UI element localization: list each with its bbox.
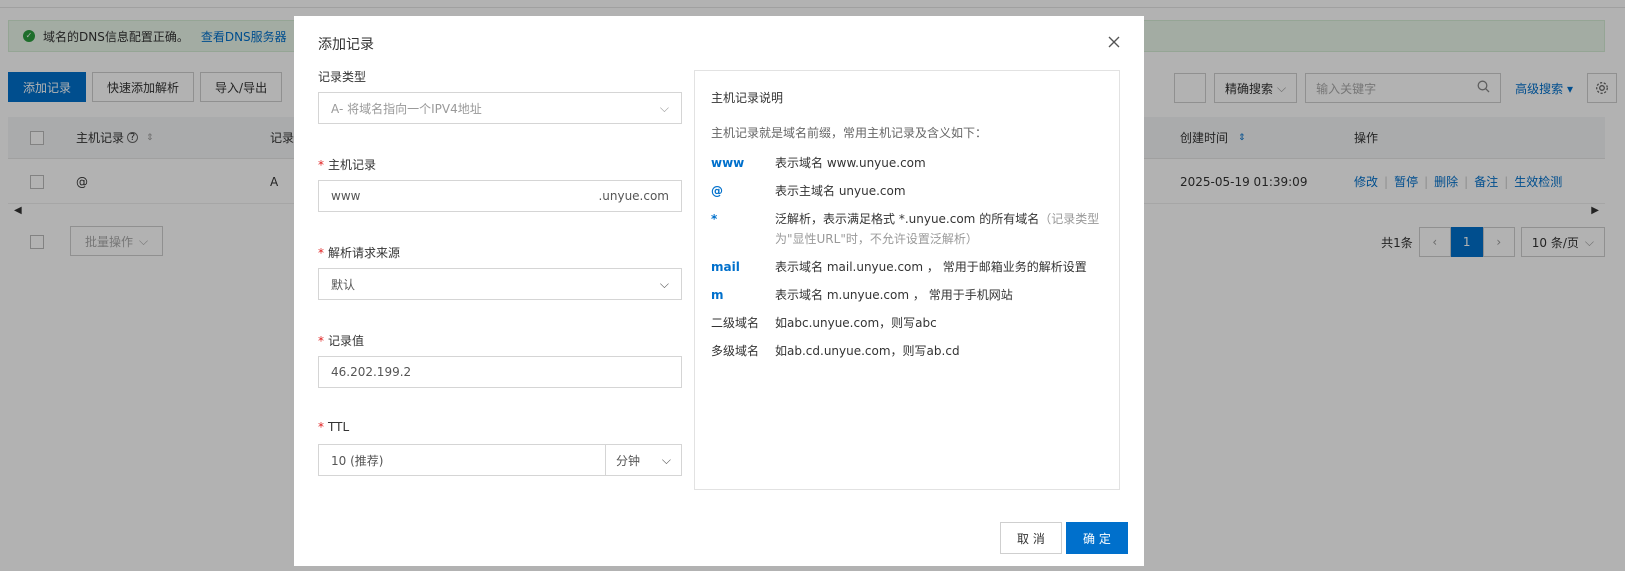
help-key: www bbox=[711, 156, 745, 170]
help-row: 二级域名 如abc.unyue.com，则写abc bbox=[711, 313, 1103, 333]
help-row: www 表示域名 www.unyue.com bbox=[711, 153, 1103, 173]
required-mark: * bbox=[318, 246, 324, 260]
ttl-label: * TTL bbox=[318, 420, 350, 434]
record-value-label: * 记录值 bbox=[318, 334, 365, 348]
help-key: m bbox=[711, 288, 724, 302]
required-mark: * bbox=[318, 334, 324, 348]
request-source-label: * 解析请求来源 bbox=[318, 246, 401, 260]
host-record-input[interactable]: www .unyue.com bbox=[318, 180, 682, 212]
request-source-value: 默认 bbox=[331, 277, 356, 292]
record-type-select[interactable]: A- 将域名指向一个IPV4地址 ⌵ bbox=[318, 92, 682, 124]
record-type-label: 记录类型 bbox=[318, 70, 367, 84]
chevron-down-icon: ⌵ bbox=[659, 100, 669, 115]
help-desc: 泛解析，表示满足格式 *.unyue.com 的所有域名（记录类型为"显性URL… bbox=[775, 209, 1103, 249]
help-desc: 表示域名 mail.unyue.com ， 常用于邮箱业务的解析设置 bbox=[775, 260, 1087, 274]
add-record-dialog: 添加记录 记录类型 A- 将域名指向一个IPV4地址 ⌵ * 主机记录 www .… bbox=[294, 16, 1144, 566]
ttl-unit-value: 分钟 bbox=[616, 453, 641, 468]
help-desc: 如abc.unyue.com，则写abc bbox=[775, 316, 937, 330]
host-record-label: * 主机记录 bbox=[318, 158, 377, 172]
help-desc: 如ab.cd.unyue.com，则写ab.cd bbox=[775, 344, 960, 358]
cancel-button[interactable]: 取 消 bbox=[1000, 522, 1062, 554]
chevron-down-icon: ⌵ bbox=[661, 452, 671, 467]
dialog-title: 添加记录 bbox=[318, 37, 374, 53]
confirm-button[interactable]: 确 定 bbox=[1066, 522, 1128, 554]
request-source-select[interactable]: 默认 ⌵ bbox=[318, 268, 682, 300]
help-key: 二级域名 bbox=[711, 316, 760, 330]
help-row: @ 表示主域名 unyue.com bbox=[711, 181, 1103, 201]
help-key: * bbox=[711, 212, 718, 226]
host-record-help-panel: 主机记录说明 主机记录就是域名前缀，常用主机记录及含义如下： www 表示域名 w… bbox=[694, 70, 1120, 490]
ttl-unit-select[interactable]: 分钟 ⌵ bbox=[606, 444, 682, 476]
host-record-value: www bbox=[331, 189, 361, 203]
host-domain-suffix: .unyue.com bbox=[598, 189, 669, 203]
help-key: 多级域名 bbox=[711, 344, 760, 358]
chevron-down-icon: ⌵ bbox=[659, 276, 669, 291]
ttl-field: 10 (推荐) 分钟 ⌵ bbox=[318, 444, 682, 476]
help-desc: 表示域名 m.unyue.com ， 常用于手机网站 bbox=[775, 288, 1013, 302]
help-key: @ bbox=[711, 184, 723, 198]
record-value-value: 46.202.199.2 bbox=[331, 365, 412, 379]
required-mark: * bbox=[318, 158, 324, 172]
help-desc: 表示主域名 unyue.com bbox=[775, 184, 906, 198]
help-intro: 主机记录就是域名前缀，常用主机记录及含义如下： bbox=[711, 126, 988, 140]
ttl-input[interactable]: 10 (推荐) bbox=[318, 444, 606, 476]
help-row: 多级域名 如ab.cd.unyue.com，则写ab.cd bbox=[711, 341, 1103, 361]
help-row: m 表示域名 m.unyue.com ， 常用于手机网站 bbox=[711, 285, 1103, 305]
record-value-input[interactable]: 46.202.199.2 bbox=[318, 356, 682, 388]
help-row: * 泛解析，表示满足格式 *.unyue.com 的所有域名（记录类型为"显性UR… bbox=[711, 209, 1103, 249]
required-mark: * bbox=[318, 420, 324, 434]
help-desc: 表示域名 www.unyue.com bbox=[775, 156, 926, 170]
record-type-value: A- 将域名指向一个IPV4地址 bbox=[331, 101, 482, 116]
help-title: 主机记录说明 bbox=[711, 91, 784, 105]
close-button[interactable] bbox=[1104, 32, 1124, 52]
help-desc-main: 泛解析，表示满足格式 *.unyue.com 的所有域名 bbox=[775, 212, 1040, 226]
close-icon bbox=[1108, 36, 1120, 48]
help-row: mail 表示域名 mail.unyue.com ， 常用于邮箱业务的解析设置 bbox=[711, 257, 1103, 277]
help-key: mail bbox=[711, 260, 740, 274]
